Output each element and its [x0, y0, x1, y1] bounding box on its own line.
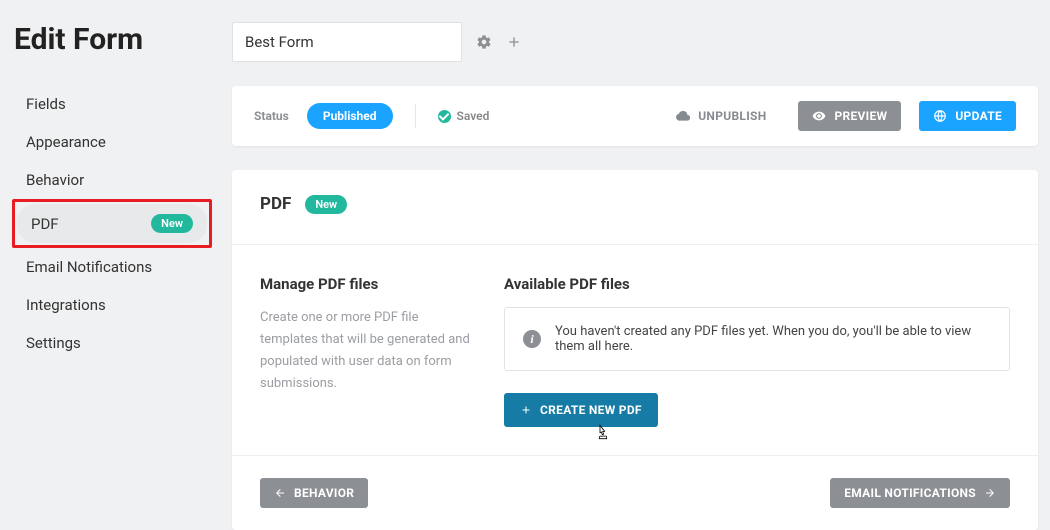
divider [232, 244, 1038, 245]
update-button[interactable]: UPDATE [919, 101, 1016, 131]
sidebar-item-pdf-highlight: PDF New [12, 199, 212, 248]
pdf-panel: PDF New Manage PDF files Create one or m… [232, 170, 1038, 530]
sidebar-item-integrations[interactable]: Integrations [12, 286, 212, 324]
plus-icon [520, 404, 532, 416]
next-email-notifications-button[interactable]: EMAIL NOTIFICATIONS [830, 478, 1010, 508]
sidebar-item-label: Fields [26, 95, 66, 113]
sidebar-item-label: Email Notifications [26, 258, 152, 276]
sidebar-item-label: Behavior [26, 171, 84, 189]
preview-button[interactable]: PREVIEW [798, 101, 901, 131]
globe-icon [933, 109, 947, 123]
cloud-icon [676, 109, 690, 123]
sidebar-item-fields[interactable]: Fields [12, 85, 212, 123]
unpublish-button[interactable]: UNPUBLISH [662, 101, 780, 131]
info-icon: i [523, 330, 541, 348]
status-published-pill: Published [307, 103, 393, 129]
sidebar-item-label: Integrations [26, 296, 106, 314]
new-badge: New [151, 214, 193, 233]
status-label: Status [254, 109, 289, 123]
sidebar-item-label: Appearance [26, 133, 106, 151]
empty-info-box: i You haven't created any PDF files yet.… [504, 307, 1010, 371]
footer-nav: BEHAVIOR EMAIL NOTIFICATIONS [232, 455, 1038, 530]
arrow-right-icon [984, 487, 996, 499]
saved-label: Saved [457, 109, 490, 123]
sidebar-item-settings[interactable]: Settings [12, 324, 212, 362]
new-badge: New [305, 195, 347, 214]
create-new-pdf-button[interactable]: CREATE NEW PDF [504, 393, 658, 427]
plus-icon[interactable] [506, 34, 522, 50]
form-name-input[interactable] [232, 22, 462, 62]
saved-indicator: Saved [438, 109, 490, 123]
manage-pdf-desc: Create one or more PDF file templates th… [260, 307, 470, 395]
sidebar-item-appearance[interactable]: Appearance [12, 123, 212, 161]
status-bar: Status Published Saved UNPUBLISH PREVIEW… [232, 86, 1038, 146]
sidebar-item-label: Settings [26, 334, 81, 352]
sidebar: Fields Appearance Behavior PDF New Email… [12, 85, 212, 362]
prev-behavior-button[interactable]: BEHAVIOR [260, 478, 368, 508]
divider [415, 104, 416, 128]
available-pdf-title: Available PDF files [504, 275, 1010, 293]
arrow-left-icon [274, 487, 286, 499]
manage-pdf-title: Manage PDF files [260, 275, 470, 293]
form-name-row [232, 22, 1038, 62]
page-title: Edit Form [12, 22, 212, 57]
eye-icon [812, 109, 826, 123]
sidebar-item-label: PDF [31, 215, 59, 233]
gear-icon[interactable] [476, 34, 492, 50]
empty-message: You haven't created any PDF files yet. W… [555, 324, 991, 354]
sidebar-item-behavior[interactable]: Behavior [12, 161, 212, 199]
sidebar-item-email-notifications[interactable]: Email Notifications [12, 248, 212, 286]
check-icon [438, 110, 451, 123]
pdf-header-title: PDF [260, 194, 291, 214]
sidebar-item-pdf[interactable]: PDF New [17, 204, 207, 243]
